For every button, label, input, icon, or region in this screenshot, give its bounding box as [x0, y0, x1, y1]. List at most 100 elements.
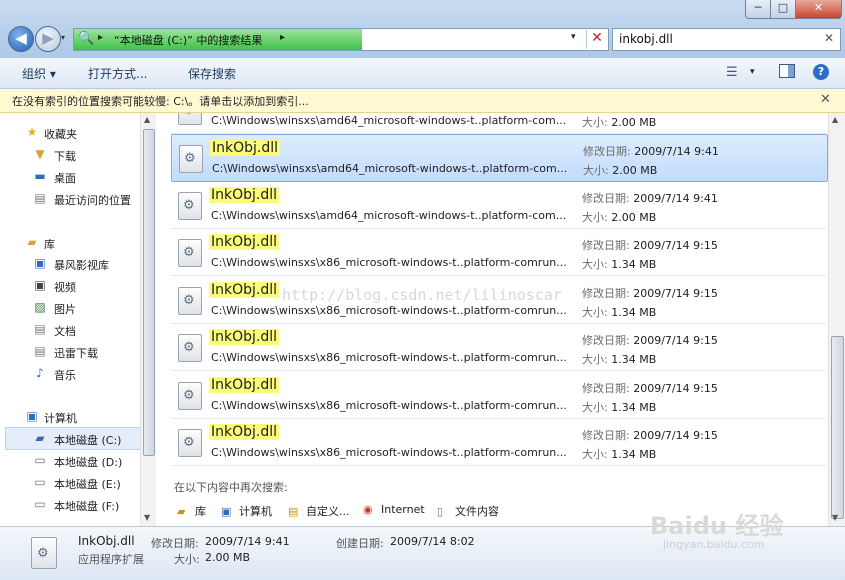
- scroll-up-icon[interactable]: ▲: [144, 115, 150, 124]
- open-with-button[interactable]: 打开方式...: [88, 65, 147, 82]
- breadcrumb-chevron-icon[interactable]: ▸: [280, 32, 285, 43]
- nav-storm[interactable]: ▣ 暴风影视库: [0, 254, 140, 274]
- clear-search-icon[interactable]: ✕: [824, 31, 834, 45]
- file-contents-icon: ▯: [437, 505, 444, 518]
- file-date: 修改日期: 2009/7/14 9:15: [582, 427, 718, 443]
- recent-pages-button[interactable]: ▾: [61, 33, 65, 42]
- nav-computer-label: 计算机: [44, 412, 77, 425]
- command-bar: 组织 ▾ 打开方式... 保存搜索 ☰ ▾ ?: [0, 58, 845, 89]
- scroll-down-icon[interactable]: ▼: [144, 513, 150, 522]
- nav-downloads[interactable]: ▼ 下载: [0, 145, 140, 165]
- nav-computer[interactable]: ▣ 计算机: [0, 407, 140, 427]
- nav-drive-e-label: 本地磁盘 (E:): [54, 478, 121, 491]
- nav-thunder[interactable]: ▤ 迅雷下载: [0, 342, 140, 362]
- list-item-selected[interactable]: ⚙ InkObj.dll C:\Windows\winsxs\amd64_mic…: [171, 134, 828, 182]
- results-scroll-thumb[interactable]: [831, 336, 844, 519]
- dll-file-icon: ⚙: [178, 429, 202, 457]
- dll-file-icon: ⚙: [178, 239, 202, 267]
- search-again-computer[interactable]: ▣ 计算机: [221, 503, 272, 519]
- nav-documents[interactable]: ▤ 文档: [0, 320, 140, 340]
- breadcrumb-location[interactable]: “本地磁盘 (C:)” 中的搜索结果: [114, 32, 262, 48]
- dll-file-icon: ⚙: [178, 334, 202, 362]
- search-input[interactable]: inkobj.dll: [619, 32, 673, 46]
- search-again-internet[interactable]: ◉ Internet: [363, 503, 425, 516]
- views-icon[interactable]: ☰: [726, 65, 738, 80]
- back-button[interactable]: ◀: [8, 26, 34, 52]
- download-folder-icon: ▼: [35, 147, 45, 161]
- navigation-scroll-thumb[interactable]: [143, 129, 155, 456]
- size-label: 大小:: [582, 258, 608, 271]
- file-date: 修改日期: 2009/7/14 9:15: [582, 332, 718, 348]
- list-item[interactable]: ⚙ InkObj.dll C:\Windows\winsxs\x86_micro…: [171, 324, 826, 371]
- nav-music-label: 音乐: [54, 369, 76, 382]
- details-modified-value: 2009/7/14 9:41: [205, 535, 290, 548]
- search-again-custom[interactable]: ▤ 自定义...: [288, 503, 350, 519]
- nav-videos[interactable]: ▣ 视频: [0, 276, 140, 296]
- search-again-custom-label: 自定义...: [306, 505, 350, 518]
- help-icon[interactable]: ?: [813, 64, 829, 80]
- dll-file-icon: ⚙: [178, 382, 202, 410]
- scroll-down-icon[interactable]: ▼: [832, 513, 838, 522]
- details-created-value: 2009/7/14 8:02: [390, 535, 475, 548]
- nav-drive-c-label: 本地磁盘 (C:): [54, 434, 122, 447]
- size-value: 1.34 MB: [611, 401, 657, 414]
- file-path: C:\Windows\winsxs\x86_microsoft-windows-…: [211, 351, 567, 364]
- breadcrumb-chevron-icon[interactable]: ▸: [98, 32, 103, 43]
- minimize-button[interactable]: ─: [745, 0, 771, 19]
- search-again-libraries[interactable]: ▰ 库: [177, 503, 206, 519]
- file-name: InkObj.dll: [209, 329, 280, 345]
- nav-drive-d[interactable]: ▭ 本地磁盘 (D:): [0, 451, 140, 471]
- nav-desktop[interactable]: ▬ 桌面: [0, 167, 140, 187]
- forward-arrow-icon: ▶: [42, 29, 54, 47]
- nav-music[interactable]: ♪ 音乐: [0, 364, 140, 384]
- search-again-file-contents[interactable]: ▯ 文件内容: [437, 503, 499, 519]
- file-size: 大小: 2.00 MB: [582, 209, 656, 225]
- details-size-label: 大小:: [174, 553, 200, 566]
- file-path: C:\Windows\winsxs\amd64_microsoft-window…: [211, 209, 567, 222]
- info-bar-close-icon[interactable]: ✕: [820, 92, 831, 107]
- recent-places-icon: ▤: [34, 191, 46, 205]
- info-bar-text[interactable]: 在没有索引的位置搜索可能较慢: C:\。请单击以添加到索引...: [12, 93, 309, 109]
- size-label: 大小:: [582, 401, 608, 414]
- nav-libraries[interactable]: ▰ 库: [0, 233, 140, 253]
- results-scrollbar[interactable]: ▲ ▼: [828, 113, 845, 526]
- list-item[interactable]: ⚙ C:\Windows\winsxs\amd64_microsoft-wind…: [171, 113, 826, 134]
- date-label: 修改日期:: [582, 287, 630, 300]
- list-item[interactable]: ⚙ InkObj.dll C:\Windows\winsxs\amd64_mic…: [171, 182, 826, 229]
- nav-drive-d-label: 本地磁盘 (D:): [54, 456, 123, 469]
- file-name: InkObj.dll: [209, 377, 280, 393]
- nav-recent[interactable]: ▤ 最近访问的位置: [0, 189, 140, 209]
- address-dropdown-icon[interactable]: ▾: [571, 32, 576, 42]
- nav-recent-label: 最近访问的位置: [54, 194, 131, 207]
- search-box[interactable]: inkobj.dll ✕: [612, 28, 841, 51]
- organize-button[interactable]: 组织 ▾: [22, 65, 56, 82]
- scroll-up-icon[interactable]: ▲: [832, 115, 838, 124]
- date-label: 修改日期:: [582, 382, 630, 395]
- stop-search-button[interactable]: ✕: [586, 28, 607, 49]
- drive-icon: ▭: [34, 475, 46, 489]
- nav-favorites[interactable]: ★ 收藏夹: [0, 123, 140, 143]
- views-dropdown-icon[interactable]: ▾: [750, 67, 755, 77]
- size-value: 2.00 MB: [611, 116, 657, 129]
- list-item[interactable]: ⚙ InkObj.dll C:\Windows\winsxs\x86_micro…: [171, 419, 826, 466]
- nav-drive-f-label: 本地磁盘 (F:): [54, 500, 120, 513]
- maximize-button[interactable]: □: [770, 0, 796, 19]
- save-search-button[interactable]: 保存搜索: [188, 65, 236, 82]
- title-bar: ─ □ ✕ ◀ ▶ ▾ 🔍 ▸ “本地磁盘 (C:)” 中的搜索结果 ▸ ▾ ✕…: [0, 0, 845, 59]
- list-item[interactable]: ⚙ InkObj.dll C:\Windows\winsxs\x86_micro…: [171, 372, 826, 419]
- index-info-bar[interactable]: 在没有索引的位置搜索可能较慢: C:\。请单击以添加到索引... ✕: [0, 89, 845, 113]
- preview-pane-icon[interactable]: [779, 64, 795, 78]
- nav-drive-c[interactable]: ▰ 本地磁盘 (C:): [0, 429, 140, 449]
- details-modified-label: 修改日期:: [151, 537, 199, 550]
- navigation-scrollbar[interactable]: ▲ ▼: [140, 113, 156, 526]
- dll-file-icon: ⚙: [178, 287, 202, 315]
- size-label: 大小:: [582, 306, 608, 319]
- close-button[interactable]: ✕: [795, 0, 842, 19]
- nav-storm-label: 暴风影视库: [54, 259, 109, 272]
- address-bar[interactable]: 🔍 ▸ “本地磁盘 (C:)” 中的搜索结果 ▸ ▾ ✕: [73, 28, 609, 51]
- nav-drive-e[interactable]: ▭ 本地磁盘 (E:): [0, 473, 140, 493]
- list-item[interactable]: ⚙ InkObj.dll C:\Windows\winsxs\x86_micro…: [171, 229, 826, 276]
- forward-button[interactable]: ▶: [35, 26, 61, 52]
- nav-pictures[interactable]: ▨ 图片: [0, 298, 140, 318]
- nav-drive-f[interactable]: ▭ 本地磁盘 (F:): [0, 495, 140, 515]
